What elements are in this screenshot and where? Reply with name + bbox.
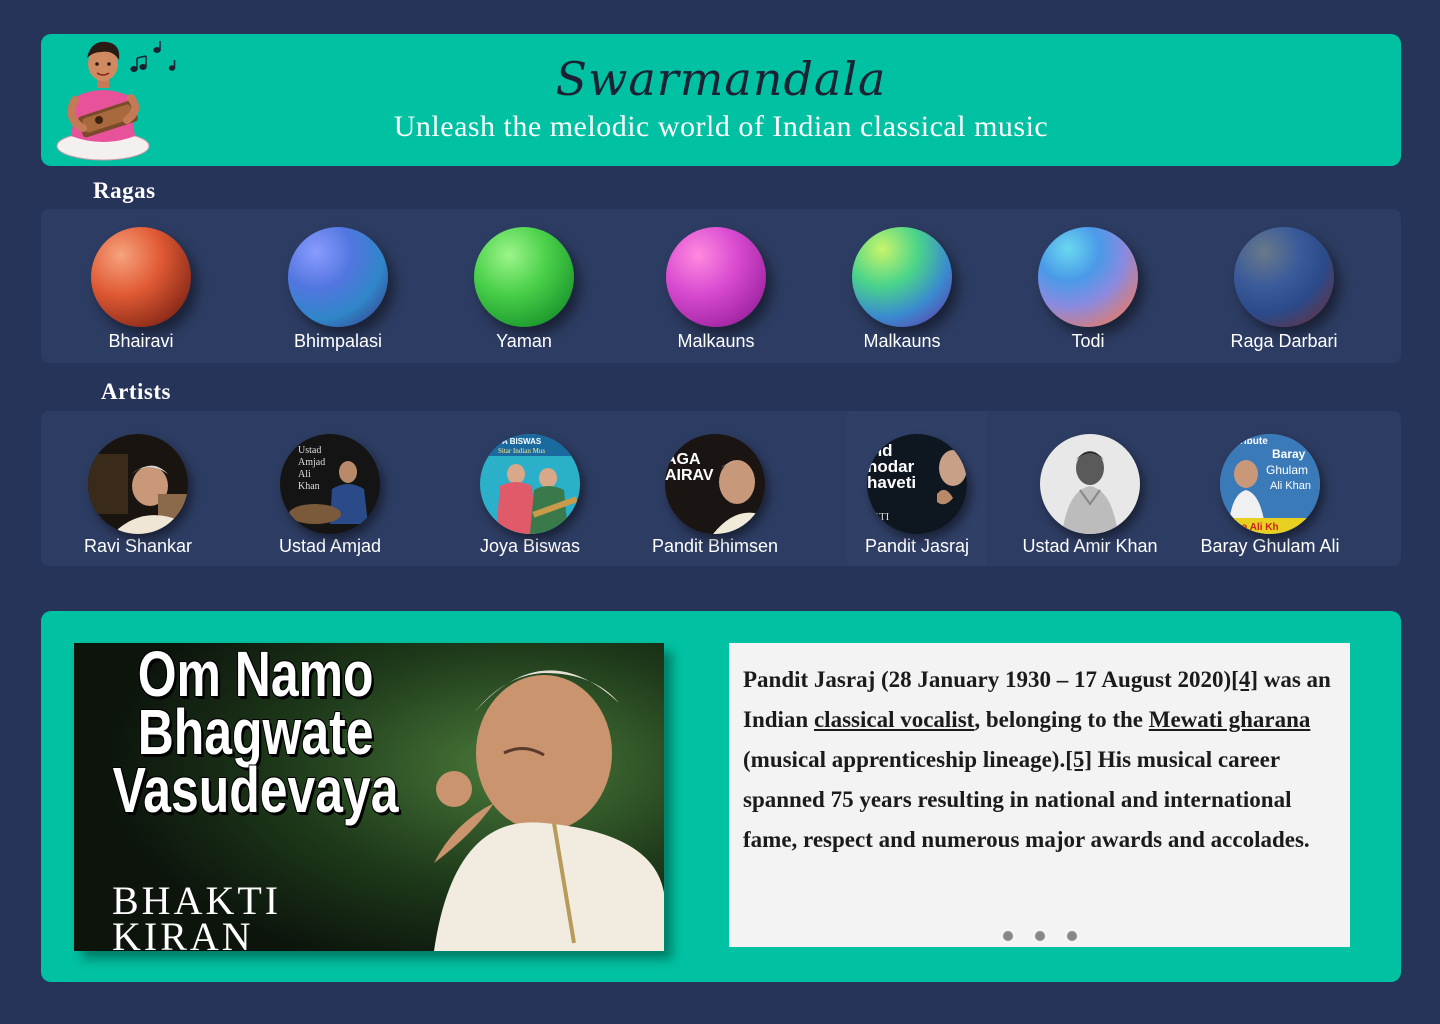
artist-item-ravi-shankar[interactable]: Ravi Shankar (38, 411, 238, 566)
raga-orb (1234, 227, 1334, 327)
artist-label: Pandit Bhimsen (651, 536, 779, 556)
mewati-gharana-link[interactable]: Mewati gharana (1149, 707, 1311, 732)
artist-photo: A BISWAS Sitar Indian Mus (480, 434, 580, 534)
jasraj-caption-sub: KTI (871, 511, 890, 523)
bio-reference-4-link[interactable]: [4] (1231, 667, 1258, 692)
jasraj-caption-3: haveti (867, 473, 916, 492)
amjad-caption-3: Ali (298, 469, 311, 480)
artist-photo (88, 434, 188, 534)
raga-item-malkauns-2[interactable]: Malkauns (802, 209, 1002, 363)
artist-label: Pandit Jasraj (864, 536, 970, 556)
raga-label: Todi (1071, 331, 1105, 351)
raga-orb (288, 227, 388, 327)
raga-orb (1038, 227, 1138, 327)
raga-orb (91, 227, 191, 327)
artist-item-pandit-bhimsen[interactable]: AGA AIRAV Pandit Bhimsen (615, 411, 815, 566)
video-brand: BHAKTI KIRAN (112, 878, 282, 952)
amjad-caption-1: Ustad (298, 445, 321, 456)
artist-item-ustad-amjad[interactable]: Ustad Amjad Ali Khan Ustad Amjad (230, 411, 430, 566)
artist-label: Ustad Amjad (278, 536, 382, 556)
ghulam-caption-sub: Raza Ali Kh (1224, 522, 1279, 533)
artist-photo: AGA AIRAV (665, 434, 765, 534)
amjad-caption-4: Khan (298, 481, 320, 492)
joya-caption-sub: Sitar Indian Mus (498, 447, 545, 455)
site-header: Swarmandala Unleash the melodic world of… (41, 34, 1401, 166)
bhimsen-caption-1: AGA (665, 451, 701, 468)
video-title: Om Namo Bhagwate Vasudevaya (112, 643, 399, 826)
video-thumbnail[interactable]: Om Namo Bhagwate Vasudevaya BHAKTI KIRAN (74, 643, 664, 951)
raga-item-bhimpalasi[interactable]: Bhimpalasi (238, 209, 438, 363)
carousel-dot[interactable] (1066, 931, 1077, 941)
carousel-dot[interactable] (1034, 931, 1045, 941)
artist-label: Ravi Shankar (83, 536, 193, 556)
artist-bio-text: Pandit Jasraj (28 January 1930 – 17 Augu… (743, 660, 1343, 860)
artist-label: Ustad Amir Khan (1022, 536, 1158, 556)
artist-photo: Ustad Amjad Ali Khan (280, 434, 380, 534)
raga-label: Bhimpalasi (293, 331, 383, 351)
raga-item-malkauns[interactable]: Malkauns (616, 209, 816, 363)
artist-label: Baray Ghulam Ali (1200, 536, 1340, 556)
ragas-row: Bhairavi Bhimpalasi Yaman Malkauns Malka… (41, 209, 1401, 363)
bio-part-4: (musical apprenticeship lineage). (743, 747, 1066, 772)
artists-heading: Artists (101, 379, 171, 404)
site-title: Swarmandala (555, 52, 887, 106)
raga-label: Yaman (496, 331, 552, 351)
bhimsen-caption-2: AIRAV (665, 467, 714, 484)
artist-label: Joya Biswas (479, 536, 581, 556)
raga-label: Malkauns (863, 331, 941, 351)
raga-label: Raga Darbari (1230, 331, 1338, 351)
ghulam-caption-2: Baray (1272, 447, 1306, 461)
raga-orb (852, 227, 952, 327)
artist-item-ustad-amir-khan[interactable]: Ustad Amir Khan (990, 411, 1190, 566)
artist-photo (1040, 434, 1140, 534)
joya-caption: A BISWAS (502, 437, 542, 446)
artist-item-joya-biswas[interactable]: A BISWAS Sitar Indian Mus Joya Biswas (430, 411, 630, 566)
artist-item-pandit-jasraj[interactable]: ind nodar haveti KTI Pandit Jasraj (847, 411, 987, 566)
raga-item-bhairavi[interactable]: Bhairavi (41, 209, 241, 363)
raga-item-yaman[interactable]: Yaman (424, 209, 624, 363)
site-tagline: Unleash the melodic world of Indian clas… (393, 110, 1049, 143)
artists-row: Ravi Shankar Ustad Amjad Ali Khan Ustad … (41, 411, 1401, 566)
bio-reference-5-link[interactable]: [5] (1065, 747, 1092, 772)
raga-orb (666, 227, 766, 327)
raga-orb (474, 227, 574, 327)
raga-item-todi[interactable]: Todi (988, 209, 1188, 363)
artist-photo: ind nodar haveti KTI (867, 434, 967, 534)
raga-item-raga-darbari[interactable]: Raga Darbari (1184, 209, 1384, 363)
ghulam-caption-4: Ali Khan (1270, 480, 1311, 492)
carousel-dot[interactable] (1002, 931, 1013, 941)
raga-label: Bhairavi (108, 331, 174, 351)
bio-part-3: , belonging to the (974, 707, 1149, 732)
artist-photo: ribute Baray Ghulam Ali Khan Raza Ali Kh (1220, 434, 1320, 534)
amjad-caption-2: Amjad (298, 457, 325, 468)
artist-bio-card: Pandit Jasraj (28 January 1930 – 17 Augu… (729, 643, 1350, 947)
ghulam-caption-1: ribute (1240, 436, 1268, 447)
classical-vocalist-link[interactable]: classical vocalist (814, 707, 974, 732)
carousel-dots (729, 931, 1350, 941)
ghulam-caption-3: Ghulam (1266, 463, 1308, 477)
raga-label: Malkauns (677, 331, 755, 351)
bio-part-1: Pandit Jasraj (28 January 1930 – 17 Augu… (743, 667, 1232, 692)
featured-panel: Om Namo Bhagwate Vasudevaya BHAKTI KIRAN… (41, 611, 1401, 982)
artist-item-baray-ghulam-ali[interactable]: ribute Baray Ghulam Ali Khan Raza Ali Kh… (1170, 411, 1370, 566)
ragas-heading: Ragas (93, 178, 156, 203)
